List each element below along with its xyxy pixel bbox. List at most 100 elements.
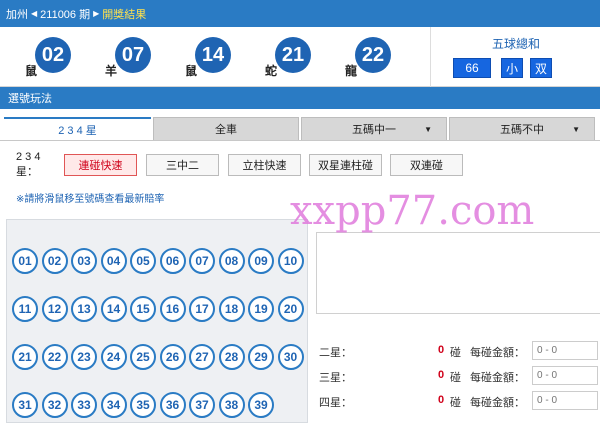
- number-ball[interactable]: 35: [130, 392, 156, 418]
- number-ball[interactable]: 39: [248, 392, 274, 418]
- tab-label: 全車: [215, 124, 237, 136]
- tab-label: 五碼不中: [500, 124, 544, 136]
- result-number: 21: [275, 37, 311, 73]
- stat-count: 0: [438, 394, 445, 406]
- draw-result: 02 鼠 07 羊 14 鼠 21 蛇 22 龍 五球總和 66 小 双: [0, 27, 600, 87]
- number-ball[interactable]: 32: [41, 392, 68, 418]
- result-number: 22: [355, 37, 391, 73]
- number-ball[interactable]: 19: [248, 296, 274, 322]
- section-bar: 選號玩法: [0, 87, 600, 109]
- region-label: 加州: [6, 8, 28, 21]
- stat-row-four-star: 四星： 0 碰 每碰金額：: [316, 391, 600, 411]
- amount-input[interactable]: [532, 391, 598, 410]
- number-ball[interactable]: 33: [71, 392, 97, 418]
- issue-label: 211006 期: [40, 8, 91, 21]
- result-ball: 21 蛇: [265, 37, 313, 78]
- sum-title: 五球總和: [491, 37, 540, 51]
- tab-label: 2 3 4 星: [58, 125, 97, 137]
- result-ball: 07 羊: [105, 37, 153, 78]
- stat-unit: 碰: [450, 347, 461, 359]
- number-ball[interactable]: 24: [100, 344, 127, 370]
- play-button-pillar-quick[interactable]: 立柱快速: [228, 154, 301, 176]
- number-ball[interactable]: 20: [277, 296, 304, 322]
- number-ball[interactable]: 12: [41, 296, 68, 322]
- number-ball[interactable]: 07: [189, 248, 215, 274]
- number-ball[interactable]: 02: [41, 248, 68, 274]
- number-ball[interactable]: 34: [100, 392, 127, 418]
- tab-five-miss[interactable]: 五碼不中 ▼: [449, 117, 595, 141]
- parity-badge: 双: [530, 58, 552, 78]
- section-title: 選號玩法: [8, 93, 52, 105]
- number-ball[interactable]: 26: [159, 344, 186, 370]
- number-ball[interactable]: 28: [218, 344, 245, 370]
- result-number: 02: [35, 37, 71, 73]
- number-ball[interactable]: 10: [277, 248, 304, 274]
- stat-unit: 碰: [450, 397, 461, 409]
- number-ball[interactable]: 01: [12, 248, 38, 274]
- tab-divider: [0, 140, 600, 141]
- result-ball: 02 鼠: [25, 37, 73, 78]
- number-ball[interactable]: 37: [189, 392, 215, 418]
- stat-unit: 碰: [450, 372, 461, 384]
- number-ball[interactable]: 29: [248, 344, 274, 370]
- number-ball[interactable]: 08: [218, 248, 245, 274]
- result-link[interactable]: 開獎結果: [102, 6, 146, 22]
- tab-label: 五碼中一: [352, 124, 396, 136]
- play-button-double-pillar[interactable]: 双星連柱碰: [309, 154, 382, 176]
- zodiac-label: 鼠: [25, 64, 38, 78]
- play-button-double-combo[interactable]: 双連碰: [390, 154, 463, 176]
- number-ball[interactable]: 16: [159, 296, 186, 322]
- zodiac-label: 羊: [105, 64, 118, 78]
- odds-hint: ※請將滑鼠移至號碼查看最新賠率: [16, 194, 165, 205]
- number-ball[interactable]: 23: [71, 344, 97, 370]
- number-grid: 01 02 03 04 05 06 07 08 09 10 11 12 13 14 15 16 17 18 19 20…: [6, 219, 308, 423]
- number-ball[interactable]: 09: [248, 248, 274, 274]
- number-ball[interactable]: 30: [277, 344, 304, 370]
- caret-down-icon: ▼: [424, 124, 432, 134]
- tab-five-hit-one[interactable]: 五碼中一 ▼: [301, 117, 447, 141]
- stat-label: 四星：: [319, 397, 352, 409]
- number-ball[interactable]: 04: [100, 248, 127, 274]
- number-ball[interactable]: 17: [189, 296, 215, 322]
- tab-234-star[interactable]: 2 3 4 星: [4, 117, 151, 141]
- stat-count: 0: [438, 344, 445, 356]
- zodiac-label: 蛇: [265, 64, 278, 78]
- number-ball[interactable]: 36: [159, 392, 186, 418]
- result-ball: 14 鼠: [185, 37, 233, 78]
- number-ball[interactable]: 13: [71, 296, 97, 322]
- result-number: 14: [195, 37, 231, 73]
- play-type-label: 2 3 4 星：: [16, 151, 41, 178]
- stat-count: 0: [438, 369, 445, 381]
- number-ball[interactable]: 14: [100, 296, 127, 322]
- top-bar: 加州 ◀ 211006 期 ▶ 開獎結果: [0, 0, 600, 27]
- size-badge: 小: [501, 58, 523, 78]
- zodiac-label: 龍: [345, 64, 358, 78]
- number-ball[interactable]: 15: [130, 296, 156, 322]
- number-ball[interactable]: 03: [71, 248, 97, 274]
- number-ball[interactable]: 11: [12, 296, 38, 322]
- number-ball[interactable]: 21: [12, 344, 38, 370]
- tab-full-car[interactable]: 全車: [153, 117, 299, 141]
- number-ball[interactable]: 31: [12, 392, 38, 418]
- selection-box: [316, 232, 600, 314]
- caret-right-icon: ▶: [93, 9, 100, 18]
- number-ball[interactable]: 38: [218, 392, 245, 418]
- sum-value-badge: 66: [453, 58, 491, 78]
- caret-left-icon: ◀: [31, 9, 38, 18]
- number-ball[interactable]: 05: [130, 248, 156, 274]
- play-tabs: 2 3 4 星 全車 五碼中一 ▼ 五碼不中 ▼: [0, 117, 600, 141]
- amount-label: 每碰金額：: [470, 372, 525, 384]
- amount-label: 每碰金額：: [470, 397, 525, 409]
- number-ball[interactable]: 22: [41, 344, 68, 370]
- result-ball: 22 龍: [345, 37, 393, 78]
- stat-label: 二星：: [319, 347, 352, 359]
- play-button-quick-combo[interactable]: 連碰快速: [64, 154, 137, 176]
- number-ball[interactable]: 06: [159, 248, 186, 274]
- play-button-three-two[interactable]: 三中二: [146, 154, 219, 176]
- play-type-row: 2 3 4 星：: [16, 151, 64, 178]
- number-ball[interactable]: 27: [189, 344, 215, 370]
- amount-input[interactable]: [532, 366, 598, 385]
- number-ball[interactable]: 25: [130, 344, 156, 370]
- number-ball[interactable]: 18: [218, 296, 245, 322]
- amount-input[interactable]: [532, 341, 598, 360]
